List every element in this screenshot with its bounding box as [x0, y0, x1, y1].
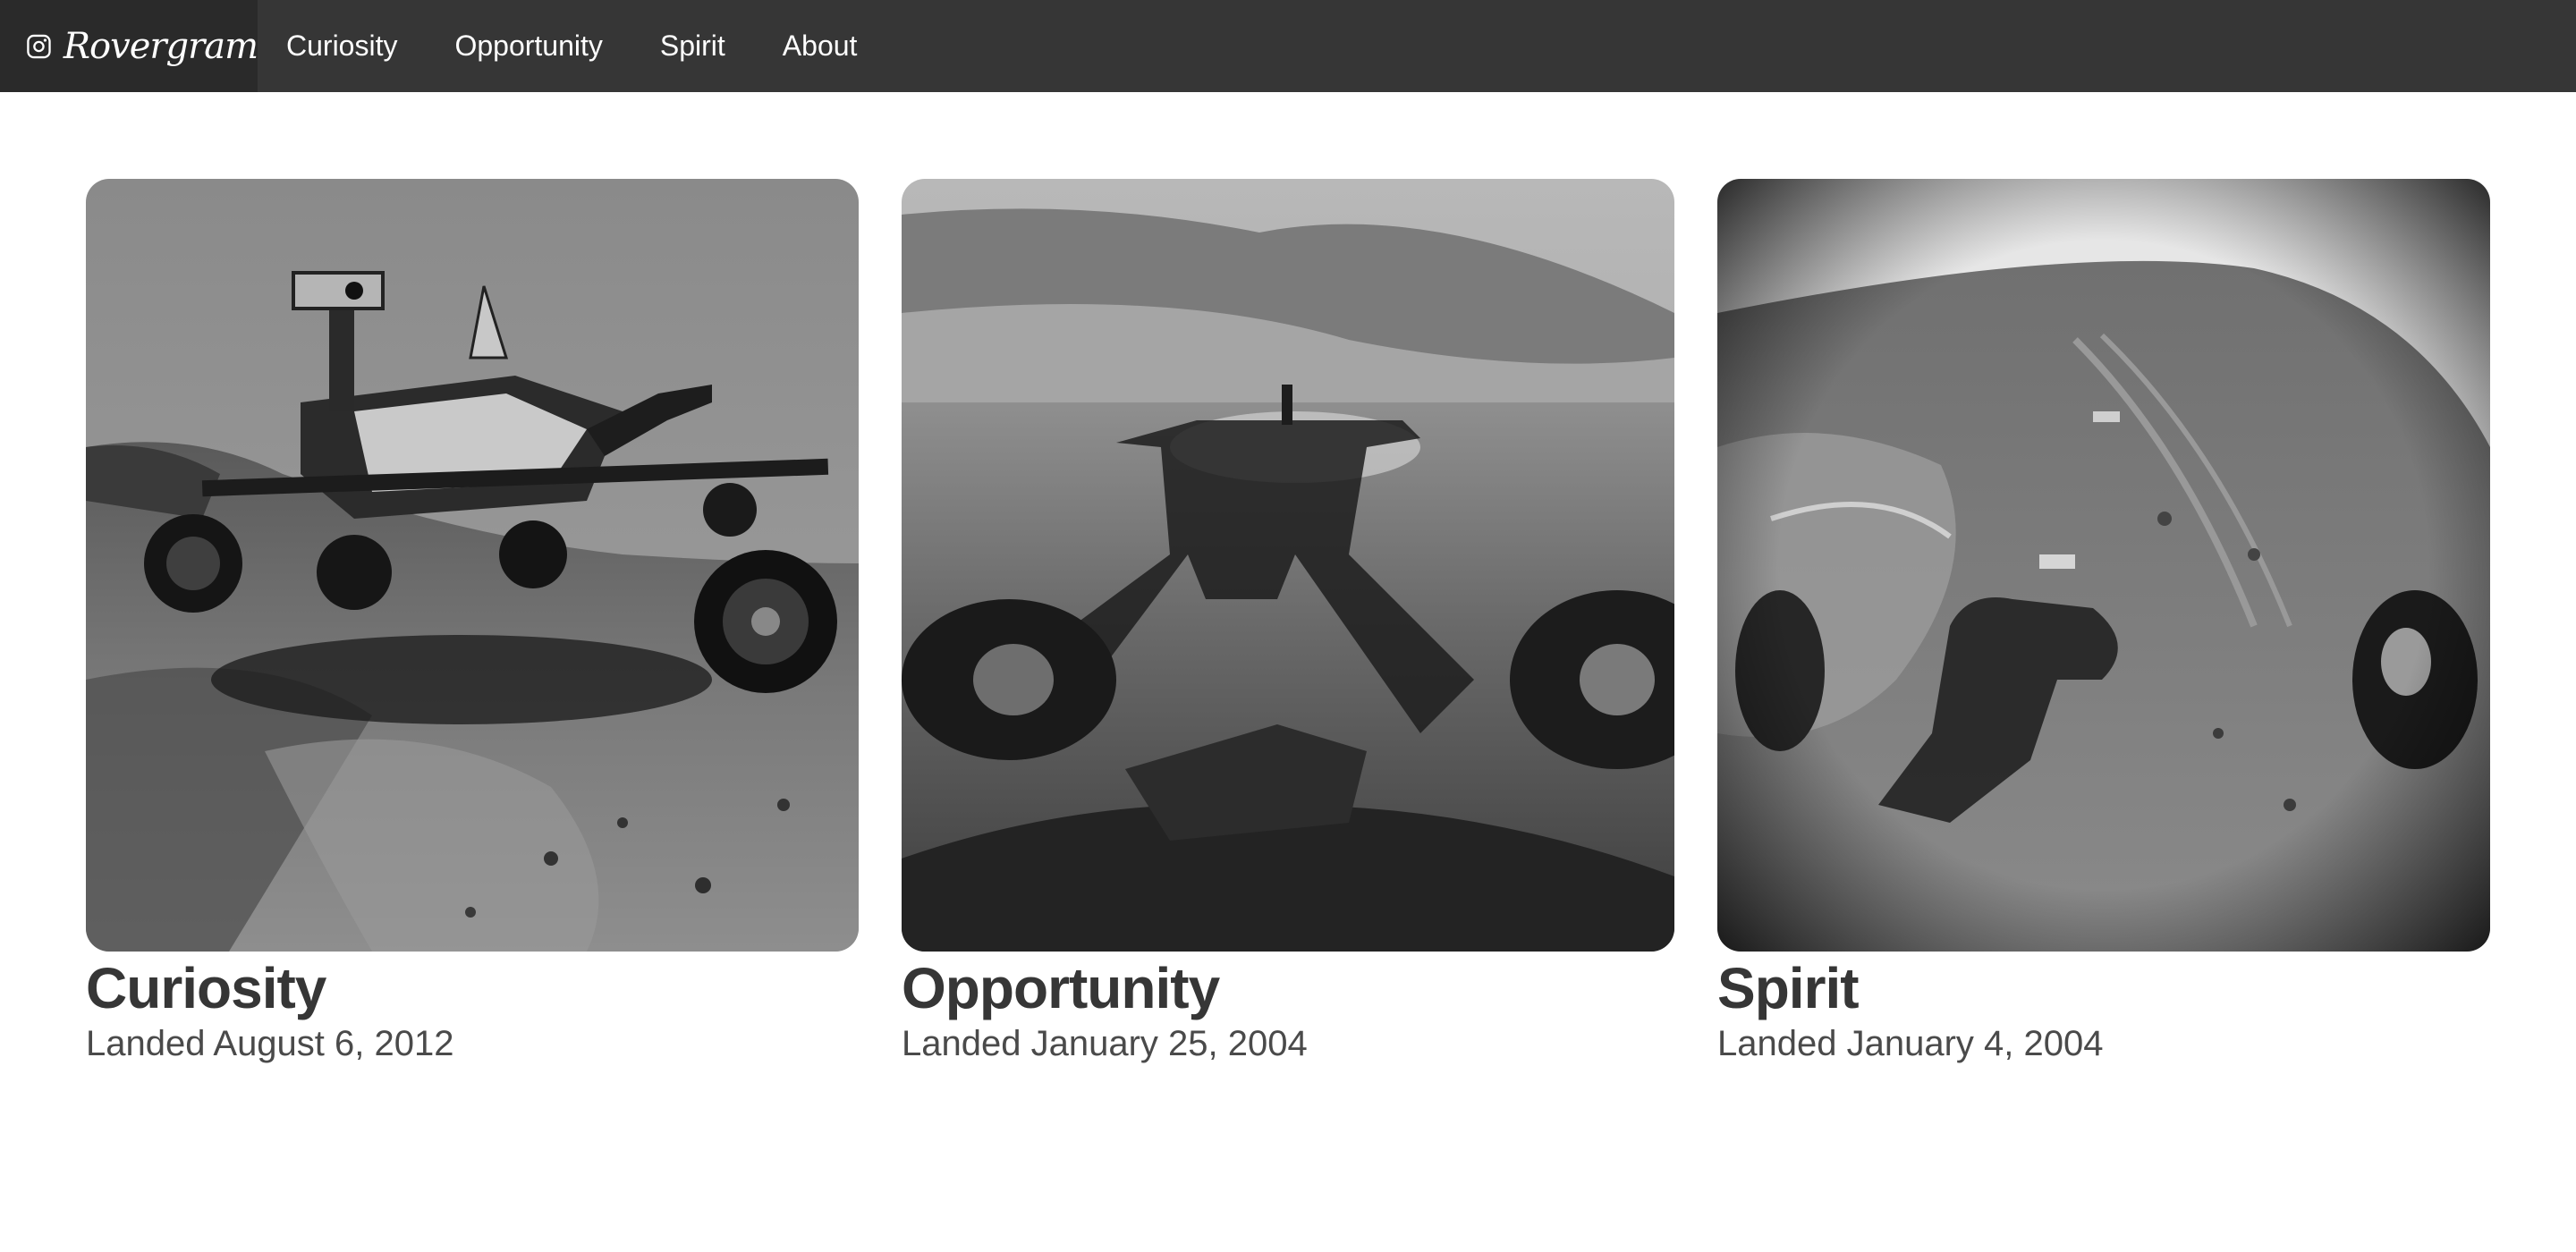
- landing-date: Landed January 4, 2004: [1717, 1024, 2104, 1063]
- card-title: Opportunity: [902, 956, 1220, 1020]
- camera-icon: [27, 34, 51, 58]
- spirit-terrain-photo[interactable]: [1717, 179, 2490, 952]
- card-title: Curiosity: [86, 956, 326, 1020]
- card-title: Spirit: [1717, 956, 1860, 1020]
- nav-links: Curiosity Opportunity Spirit About: [258, 0, 914, 92]
- spirit-terrain-image: [1717, 179, 2490, 952]
- rover-card-curiosity: Curiosity Landed August 6, 2012: [86, 179, 859, 1066]
- landing-date: Landed January 25, 2004: [902, 1024, 1308, 1063]
- curiosity-rover-image: [86, 179, 859, 952]
- landing-date: Landed August 6, 2012: [86, 1024, 454, 1063]
- opportunity-shadow-image: [902, 179, 1674, 952]
- curiosity-rover-photo[interactable]: [86, 179, 859, 952]
- rover-card-opportunity: Opportunity Landed January 25, 2004: [902, 179, 1674, 1066]
- navbar: Rovergram Curiosity Opportunity Spirit A…: [0, 0, 2576, 92]
- rover-cards: Curiosity Landed August 6, 2012 Opportun…: [86, 179, 2490, 1066]
- nav-link-spirit[interactable]: Spirit: [660, 0, 725, 92]
- nav-link-curiosity[interactable]: Curiosity: [286, 0, 397, 92]
- opportunity-shadow-photo[interactable]: [902, 179, 1674, 952]
- nav-link-opportunity[interactable]: Opportunity: [454, 0, 602, 92]
- nav-link-about[interactable]: About: [783, 0, 858, 92]
- rover-card-spirit: Spirit Landed January 4, 2004: [1717, 179, 2490, 1066]
- brand-name: Rovergram: [63, 25, 258, 67]
- brand-logo-link[interactable]: Rovergram: [0, 0, 258, 92]
